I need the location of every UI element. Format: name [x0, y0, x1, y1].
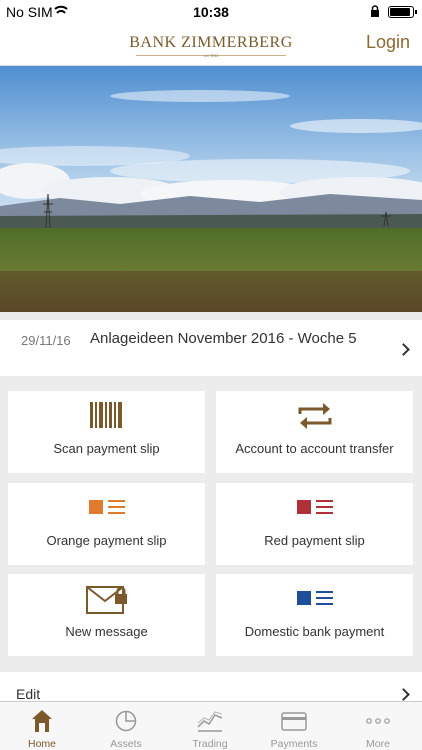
tab-payments[interactable]: Payments [252, 702, 336, 750]
status-time: 10:38 [193, 4, 229, 20]
orange-slip-icon [88, 500, 125, 514]
news-date: 29/11/16 [21, 333, 71, 348]
red-slip-icon [296, 500, 333, 514]
more-dots-icon [366, 718, 390, 724]
chevron-right-icon [397, 343, 410, 356]
tab-label: Home [27, 738, 56, 750]
tab-bar: Home Assets Trading Payments More [0, 701, 422, 750]
trading-chart-icon [197, 711, 223, 732]
tile-label: Scan payment slip [53, 441, 160, 456]
news-item[interactable]: 29/11/16 Anlageideen November 2016 - Woc… [0, 320, 422, 376]
bank-logo: BANK ZIMMERBERG [129, 34, 293, 51]
tab-label: More [366, 738, 390, 750]
message-lock-icon [85, 586, 127, 614]
orange-payment-slip-button[interactable]: Orange payment slip [8, 483, 205, 565]
home-icon [32, 710, 52, 732]
edit-label: Edit [16, 686, 41, 702]
tile-label: Account to account transfer [235, 441, 394, 456]
tile-label: Domestic bank payment [244, 624, 385, 639]
edit-row[interactable]: Edit [0, 672, 422, 702]
login-button[interactable]: Login [366, 32, 410, 53]
barcode-icon [89, 402, 122, 428]
chevron-right-icon [397, 688, 410, 701]
hero-image [0, 66, 422, 312]
tab-assets[interactable]: Assets [84, 702, 168, 750]
tab-label: Assets [110, 738, 142, 750]
battery-icon [388, 6, 417, 18]
tab-trading[interactable]: Trading [168, 702, 252, 750]
orientation-lock-icon [371, 5, 379, 17]
blue-slip-icon [296, 591, 333, 605]
card-icon [281, 712, 307, 731]
tile-label: Orange payment slip [46, 533, 167, 548]
tab-more[interactable]: More [336, 702, 420, 750]
status-bar: No SIM 10:38 [0, 0, 422, 24]
news-title: Anlageideen November 2016 - Woche 5 [90, 330, 357, 347]
tab-home[interactable]: Home [0, 702, 84, 750]
red-payment-slip-button[interactable]: Red payment slip [216, 483, 413, 565]
tile-label: New message [65, 624, 148, 639]
pie-chart-icon [115, 710, 137, 732]
app-header: BANK ZIMMERBERG seit 1844 Login [0, 24, 422, 66]
tile-label: Red payment slip [264, 533, 365, 548]
transfer-arrows-icon [298, 403, 331, 429]
account-transfer-button[interactable]: Account to account transfer [216, 391, 413, 473]
tab-label: Payments [270, 738, 318, 750]
domestic-bank-payment-button[interactable]: Domestic bank payment [216, 574, 413, 656]
battery-fill [390, 8, 410, 16]
scan-payment-slip-button[interactable]: Scan payment slip [8, 391, 205, 473]
tab-label: Trading [192, 738, 228, 750]
new-message-button[interactable]: New message [8, 574, 205, 656]
bank-logo-tagline: seit 1844 [203, 53, 219, 58]
